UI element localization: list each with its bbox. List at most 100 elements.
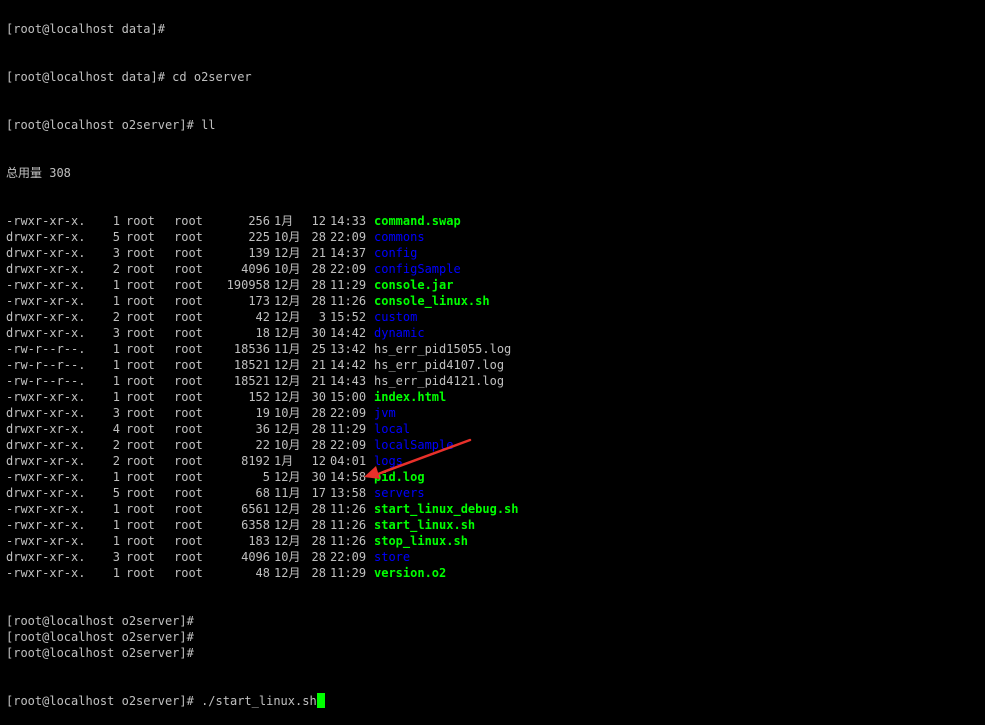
group: root — [174, 214, 203, 228]
file-size: 5 — [262, 470, 270, 484]
owner: root — [126, 502, 155, 516]
listing-row: drwxr-xr-x. 5 root root 225 10月 28 22:09 commons — [6, 229, 985, 245]
link-count: 5 — [112, 486, 120, 500]
permissions: -rwxr-xr-x. — [6, 278, 86, 292]
time: 11:26 — [330, 534, 367, 548]
month: 11月 — [274, 342, 301, 356]
group: root — [174, 486, 203, 500]
permissions: drwxr-xr-x. — [6, 406, 86, 420]
day: 28 — [311, 230, 326, 244]
file-name: commons — [374, 230, 425, 244]
typed-command: ./start_linux.sh — [201, 694, 317, 708]
time: 11:26 — [330, 294, 367, 308]
owner: root — [126, 550, 155, 564]
owner: root — [126, 358, 155, 372]
file-name: configSample — [374, 262, 461, 276]
file-name: stop_linux.sh — [374, 534, 468, 548]
file-size: 190958 — [226, 278, 270, 292]
month: 12月 — [274, 422, 301, 436]
day: 28 — [311, 550, 326, 564]
terminal-line-input[interactable]: [root@localhost o2server]# ./start_linux… — [6, 693, 985, 709]
file-size: 6358 — [241, 518, 270, 532]
time: 22:09 — [330, 230, 367, 244]
group: root — [174, 390, 203, 404]
link-count: 3 — [112, 246, 120, 260]
file-size: 22 — [255, 438, 270, 452]
group: root — [174, 326, 203, 340]
day: 30 — [311, 326, 326, 340]
listing-row: drwxr-xr-x. 2 root root 8192 1月 12 04:01 logs — [6, 453, 985, 469]
terminal-line-ll-command: [root@localhost o2server]# ll — [6, 118, 216, 132]
owner: root — [126, 454, 155, 468]
time: 11:29 — [330, 422, 367, 436]
file-listing: -rwxr-xr-x. 1 root root 256 1月 12 14:33 command.… — [6, 213, 985, 581]
month: 1月 — [274, 214, 294, 228]
group: root — [174, 310, 203, 324]
day: 28 — [311, 534, 326, 548]
file-name: console_linux.sh — [374, 294, 490, 308]
owner: root — [126, 294, 155, 308]
file-name: hs_err_pid4107.log — [374, 358, 505, 372]
group: root — [174, 454, 203, 468]
link-count: 2 — [112, 438, 120, 452]
permissions: -rwxr-xr-x. — [6, 502, 86, 516]
owner: root — [126, 278, 155, 292]
file-name: local — [374, 422, 411, 436]
link-count: 2 — [112, 262, 120, 276]
permissions: drwxr-xr-x. — [6, 326, 86, 340]
owner: root — [126, 214, 155, 228]
link-count: 1 — [112, 470, 120, 484]
file-name: custom — [374, 310, 418, 324]
day: 21 — [311, 374, 326, 388]
file-size: 8192 — [241, 454, 270, 468]
listing-row: -rwxr-xr-x. 1 root root 48 12月 28 11:29 version.… — [6, 565, 985, 581]
owner: root — [126, 486, 155, 500]
group: root — [174, 278, 203, 292]
listing-row: -rwxr-xr-x. 1 root root 256 1月 12 14:33 command.… — [6, 213, 985, 229]
terminal-output[interactable]: [root@localhost data]# [root@localhost d… — [6, 0, 985, 725]
listing-row: drwxr-xr-x. 3 root root 139 12月 21 14:37 config — [6, 245, 985, 261]
group: root — [174, 502, 203, 516]
file-name: command.swap — [374, 214, 461, 228]
permissions: -rwxr-xr-x. — [6, 470, 86, 484]
file-size: 225 — [248, 230, 270, 244]
file-name: dynamic — [374, 326, 425, 340]
file-size: 4096 — [241, 262, 270, 276]
listing-row: -rwxr-xr-x. 1 root root 6561 12月 28 11:26 start_… — [6, 501, 985, 517]
file-size: 6561 — [241, 502, 270, 516]
time: 22:09 — [330, 550, 367, 564]
listing-row: -rwxr-xr-x. 1 root root 5 12月 30 14:58 pid.log — [6, 469, 985, 485]
group: root — [174, 438, 203, 452]
time: 14:33 — [330, 214, 367, 228]
link-count: 1 — [112, 294, 120, 308]
time: 11:26 — [330, 518, 367, 532]
day: 28 — [311, 406, 326, 420]
time: 22:09 — [330, 406, 367, 420]
month: 12月 — [274, 310, 301, 324]
day: 28 — [311, 294, 326, 308]
month: 12月 — [274, 278, 301, 292]
time: 04:01 — [330, 454, 367, 468]
file-name: hs_err_pid15055.log — [374, 342, 512, 356]
terminal-line-cd-command: [root@localhost data]# cd o2server — [6, 70, 252, 84]
day: 28 — [311, 502, 326, 516]
day: 12 — [311, 214, 326, 228]
month: 12月 — [274, 470, 301, 484]
permissions: drwxr-xr-x. — [6, 310, 86, 324]
listing-row: -rw-r--r--. 1 root root 18536 11月 25 13:42 hs_er… — [6, 341, 985, 357]
permissions: -rw-r--r--. — [6, 374, 86, 388]
time: 14:42 — [330, 326, 367, 340]
listing-row: drwxr-xr-x. 2 root root 22 10月 28 22:09 localSam… — [6, 437, 985, 453]
text-cursor — [316, 693, 325, 708]
group: root — [174, 374, 203, 388]
file-size: 152 — [248, 390, 270, 404]
group: root — [174, 294, 203, 308]
permissions: drwxr-xr-x. — [6, 422, 86, 436]
month: 10月 — [274, 406, 301, 420]
owner: root — [126, 406, 155, 420]
permissions: -rwxr-xr-x. — [6, 390, 86, 404]
listing-row: drwxr-xr-x. 5 root root 68 11月 17 13:58 servers — [6, 485, 985, 501]
group: root — [174, 406, 203, 420]
link-count: 1 — [112, 534, 120, 548]
month: 12月 — [274, 326, 301, 340]
